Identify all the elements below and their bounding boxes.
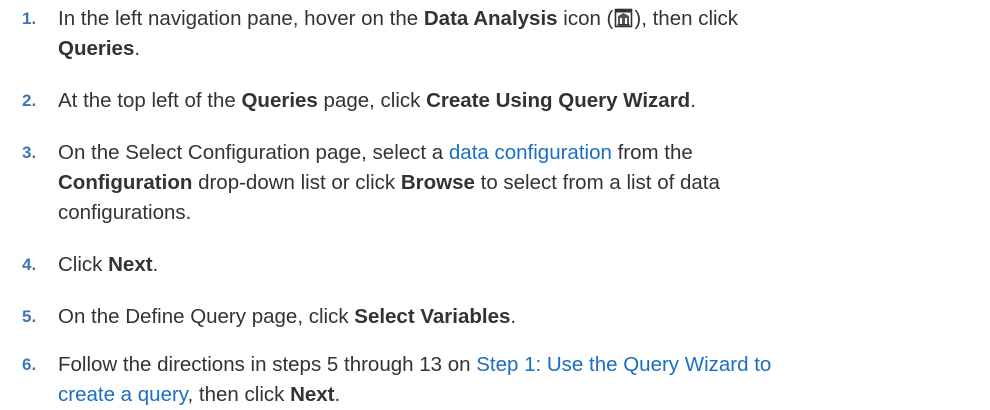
step-text: Follow the directions in steps 5 through…	[58, 350, 978, 410]
ui-term-queries: Queries	[58, 37, 135, 60]
step-text-segment: , then click	[187, 383, 291, 406]
step-text-segment: .	[510, 305, 517, 328]
step-text: In the left navigation pane, hover on th…	[58, 4, 978, 64]
step-text-segment: On the Select Configuration page, select…	[58, 141, 449, 164]
step-text-segment: On the Define Query page, click	[58, 305, 355, 328]
ui-term-configuration: Configuration	[58, 171, 193, 194]
step-text: On the Define Query page, click Select V…	[58, 302, 978, 332]
ui-term-queries: Queries	[241, 89, 318, 112]
step-text-segment: drop-down list or click	[192, 171, 401, 194]
ui-term-data-analysis: Data Analysis	[423, 7, 558, 30]
step-number: 6.	[22, 355, 37, 374]
step-text-segment: page, click	[317, 89, 427, 112]
step-text-segment: .	[134, 37, 141, 60]
step-text-segment: At the top left of the	[58, 89, 242, 112]
step-number: 5.	[22, 307, 37, 326]
data-analysis-icon	[614, 7, 633, 28]
ui-term-create-using-query-wizard: Create Using Query Wizard	[426, 89, 691, 112]
ui-term-select-variables: Select Variables	[354, 305, 511, 328]
data-configuration-link[interactable]: data configuration	[449, 141, 612, 164]
step-number: 3.	[22, 143, 37, 162]
step-1-query-wizard-link-continued[interactable]: create a query	[58, 383, 188, 406]
step-text-segment: to select from a list of data	[474, 171, 720, 194]
step-text-segment: ), then click	[634, 7, 739, 30]
step-1-query-wizard-link[interactable]: Step 1: Use the Query Wizard to	[476, 353, 771, 376]
step-number: 1.	[22, 9, 37, 28]
step-text-segment: Click	[58, 253, 109, 276]
step-text: On the Select Configuration page, select…	[58, 138, 978, 228]
step-text-segment: In the left navigation pane, hover on th…	[58, 7, 424, 30]
step-number: 4.	[22, 255, 37, 274]
step-text-segment: configurations.	[58, 201, 192, 224]
step-text-segment: Follow the directions in steps 5 through…	[58, 353, 477, 376]
step-text-segment: .	[334, 383, 341, 406]
step-text-segment: icon (	[557, 7, 614, 30]
ui-term-next: Next	[290, 383, 335, 406]
ui-term-browse: Browse	[400, 171, 475, 194]
step-text-segment: .	[690, 89, 696, 112]
procedure-steps: 1. In the left navigation pane, hover on…	[0, 0, 990, 407]
step-number: 2.	[22, 91, 37, 110]
step-text-segment: .	[152, 253, 159, 276]
step-text: At the top left of the Queries page, cli…	[58, 86, 978, 116]
step-text-segment: from the	[611, 141, 693, 164]
ui-term-next: Next	[108, 253, 153, 276]
step-text: Click Next.	[58, 250, 978, 280]
